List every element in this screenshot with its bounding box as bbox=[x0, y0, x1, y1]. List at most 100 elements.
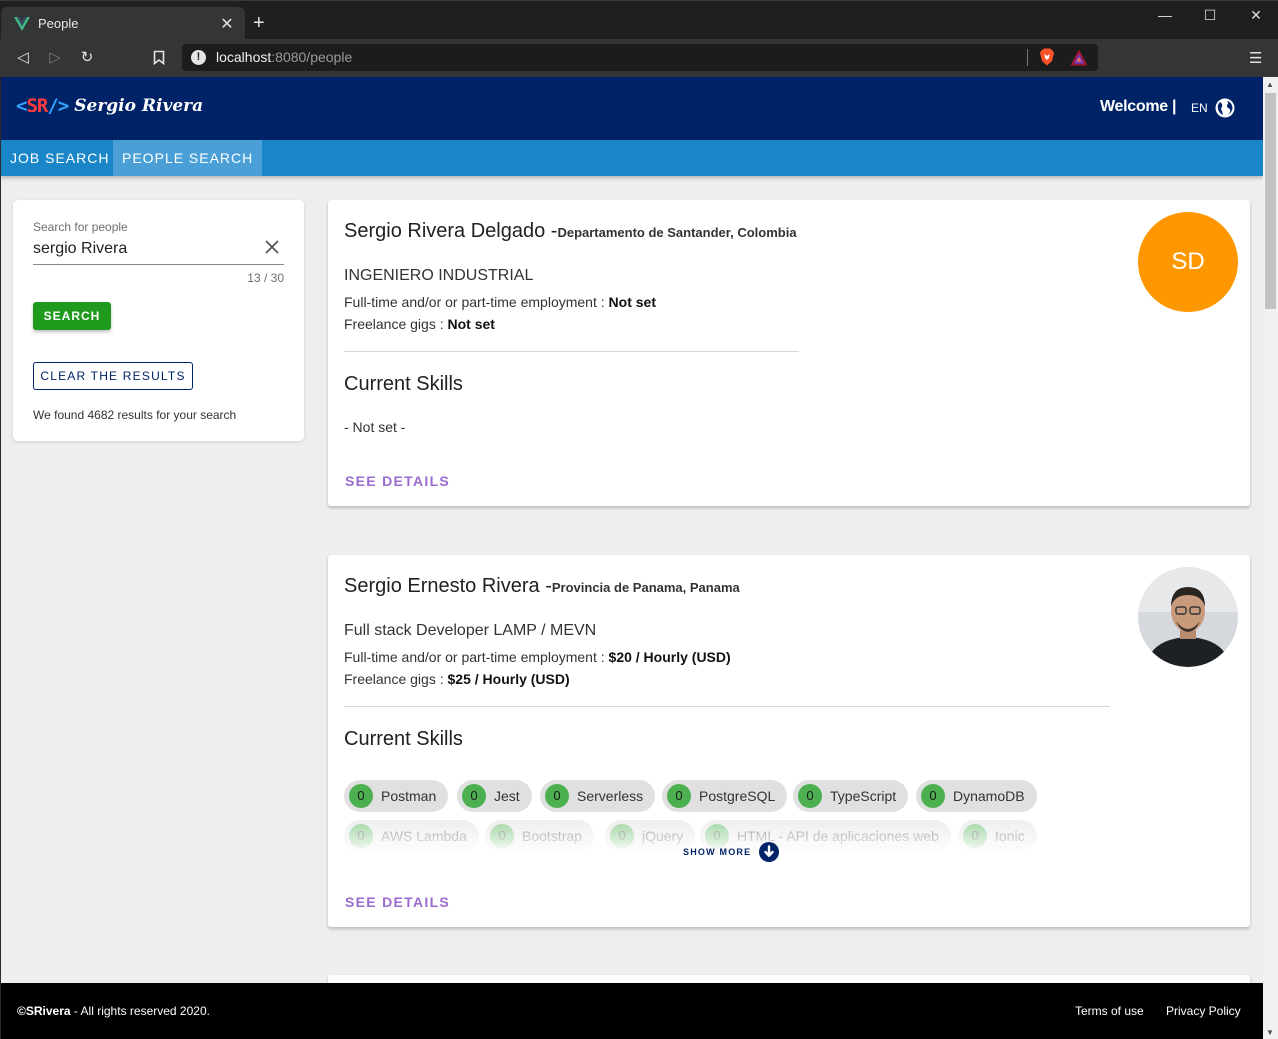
skill-chip[interactable]: 0 Postman bbox=[344, 780, 449, 812]
close-window-icon[interactable]: ✕ bbox=[1246, 7, 1266, 24]
skill-chip[interactable]: 0 PostgreSQL bbox=[662, 780, 788, 812]
skill-count: 0 bbox=[610, 824, 634, 848]
footer: ©SRivera - All rights reserved 2020. Ter… bbox=[1, 983, 1263, 1039]
skill-count: 0 bbox=[667, 784, 691, 808]
employment-rate: Full-time and/or or part-time employment… bbox=[344, 649, 731, 665]
language-selector[interactable]: EN bbox=[1191, 101, 1208, 115]
person-title: INGENIERO INDUSTRIAL bbox=[344, 267, 534, 284]
skill-label: TypeScript bbox=[830, 788, 897, 804]
browser-menu-icon[interactable]: ☰ bbox=[1249, 49, 1262, 67]
page-scrollbar[interactable]: ▲ ▼ bbox=[1263, 77, 1278, 1039]
scroll-down-icon[interactable]: ▼ bbox=[1266, 1028, 1274, 1037]
vue-logo-icon bbox=[14, 16, 30, 31]
tab-people-search[interactable]: PEOPLE SEARCH bbox=[113, 140, 263, 176]
clear-results-button[interactable]: CLEAR THE RESULTS bbox=[33, 362, 193, 390]
skill-label: Bootstrap bbox=[522, 828, 582, 844]
app-header: <SR/> Sergio Rivera Welcome | EN bbox=[1, 77, 1263, 140]
rewards-icon[interactable] bbox=[1070, 49, 1088, 66]
browser-tab-strip: People ✕ + — ☐ ✕ bbox=[0, 0, 1278, 40]
skill-chip[interactable]: 0 DynamoDB bbox=[916, 780, 1037, 812]
skill-label: Jest bbox=[494, 788, 520, 804]
tab-title: People bbox=[38, 16, 79, 31]
skill-label: Ionic bbox=[995, 828, 1025, 844]
skill-chip[interactable]: 0 AWS Lambda bbox=[344, 820, 479, 850]
site-info-icon[interactable]: ! bbox=[191, 50, 206, 65]
search-panel: Search for people 13 / 30 SEARCH CLEAR T… bbox=[13, 200, 304, 441]
see-details-link[interactable]: SEE DETAILS bbox=[345, 473, 450, 489]
skill-count: 0 bbox=[545, 784, 569, 808]
skill-count: 0 bbox=[921, 784, 945, 808]
logo-mark: <SR/> bbox=[16, 95, 69, 117]
skill-chip[interactable]: 0 Ionic bbox=[958, 820, 1037, 850]
privacy-link[interactable]: Privacy Policy bbox=[1166, 1004, 1241, 1018]
skill-count: 0 bbox=[349, 784, 373, 808]
skills-empty: - Not set - bbox=[344, 419, 406, 435]
see-details-link[interactable]: SEE DETAILS bbox=[345, 894, 450, 910]
employment-rate: Full-time and/or or part-time employment… bbox=[344, 294, 656, 310]
back-icon[interactable]: ◁ bbox=[13, 48, 33, 68]
skill-label: DynamoDB bbox=[953, 788, 1025, 804]
forward-icon[interactable]: ▷ bbox=[45, 48, 65, 68]
skills-heading: Current Skills bbox=[344, 728, 463, 750]
person-card: Sergio Rivera Delgado -Departamento de S… bbox=[328, 200, 1250, 506]
skill-chip[interactable]: 0 Serverless bbox=[540, 780, 656, 812]
person-name: Sergio Rivera Delgado -Departamento de S… bbox=[344, 220, 797, 242]
skill-count: 0 bbox=[490, 824, 514, 848]
tab-job-search[interactable]: JOB SEARCH bbox=[1, 140, 118, 176]
maximize-icon[interactable]: ☐ bbox=[1200, 7, 1220, 24]
search-button[interactable]: SEARCH bbox=[33, 302, 111, 330]
person-location: Provincia de Panama, Panama bbox=[551, 580, 740, 595]
freelance-rate: Freelance gigs : $25 / Hourly (USD) bbox=[344, 671, 570, 687]
show-more-label: SHOW MORE bbox=[683, 847, 752, 857]
globe-icon[interactable] bbox=[1215, 98, 1235, 118]
browser-toolbar: ◁ ▷ ↻ ! localhost:8080/people ☰ bbox=[0, 39, 1278, 77]
divider bbox=[344, 351, 799, 352]
show-more-button[interactable]: SHOW MORE bbox=[683, 842, 780, 862]
minimize-icon[interactable]: — bbox=[1155, 7, 1175, 23]
address-bar[interactable]: ! localhost:8080/people bbox=[182, 44, 1098, 71]
skill-count: 0 bbox=[349, 824, 373, 848]
skill-chip[interactable]: 0 jQuery bbox=[605, 820, 696, 850]
person-card: Sergio Ernesto Rivera -Provincia de Pana… bbox=[328, 555, 1250, 927]
clear-input-icon[interactable] bbox=[263, 238, 281, 256]
skill-label: jQuery bbox=[642, 828, 684, 844]
close-tab-icon[interactable]: ✕ bbox=[219, 14, 235, 34]
scroll-thumb[interactable] bbox=[1265, 93, 1276, 309]
bookmark-icon[interactable] bbox=[153, 50, 165, 65]
skill-count: 0 bbox=[462, 784, 486, 808]
skill-chip[interactable]: 0 Bootstrap bbox=[485, 820, 594, 850]
search-underline bbox=[33, 264, 284, 265]
search-label: Search for people bbox=[33, 220, 128, 234]
url-separator bbox=[1027, 49, 1028, 66]
page-viewport: <SR/> Sergio Rivera Welcome | EN JOB SEA… bbox=[1, 77, 1263, 1039]
url-text: localhost:8080/people bbox=[216, 49, 353, 65]
arrow-down-circle-icon bbox=[759, 842, 780, 862]
person-name: Sergio Ernesto Rivera -Provincia de Pana… bbox=[344, 575, 740, 597]
logo-name: Sergio Rivera bbox=[74, 96, 204, 116]
skill-label: Serverless bbox=[577, 788, 644, 804]
char-counter: 13 / 30 bbox=[247, 271, 284, 285]
main-nav: JOB SEARCH PEOPLE SEARCH bbox=[1, 140, 1263, 176]
copyright: ©SRivera - All rights reserved 2020. bbox=[17, 1004, 210, 1018]
brave-shields-icon[interactable] bbox=[1039, 48, 1055, 66]
skill-count: 0 bbox=[798, 784, 822, 808]
freelance-rate: Freelance gigs : Not set bbox=[344, 316, 495, 332]
skill-count: 0 bbox=[963, 824, 987, 848]
browser-tab[interactable]: People ✕ bbox=[1, 7, 245, 40]
divider bbox=[344, 706, 1110, 707]
skill-chip[interactable]: 0 Jest bbox=[457, 780, 532, 812]
skill-chip[interactable]: 0 TypeScript bbox=[793, 780, 909, 812]
terms-link[interactable]: Terms of use bbox=[1075, 1004, 1144, 1018]
new-tab-icon[interactable]: + bbox=[253, 13, 265, 33]
skills-heading: Current Skills bbox=[344, 373, 463, 395]
welcome-text: Welcome | bbox=[1100, 98, 1177, 115]
skill-label: PostgreSQL bbox=[699, 788, 776, 804]
search-input[interactable] bbox=[33, 238, 255, 260]
skill-label: AWS Lambda bbox=[381, 828, 467, 844]
reload-icon[interactable]: ↻ bbox=[77, 48, 97, 68]
scroll-up-icon[interactable]: ▲ bbox=[1266, 80, 1274, 89]
skill-label: Postman bbox=[381, 788, 437, 804]
person-title: Full stack Developer LAMP / MEVN bbox=[344, 622, 597, 639]
site-logo[interactable]: <SR/> Sergio Rivera bbox=[16, 95, 203, 117]
avatar: SD bbox=[1138, 212, 1238, 312]
